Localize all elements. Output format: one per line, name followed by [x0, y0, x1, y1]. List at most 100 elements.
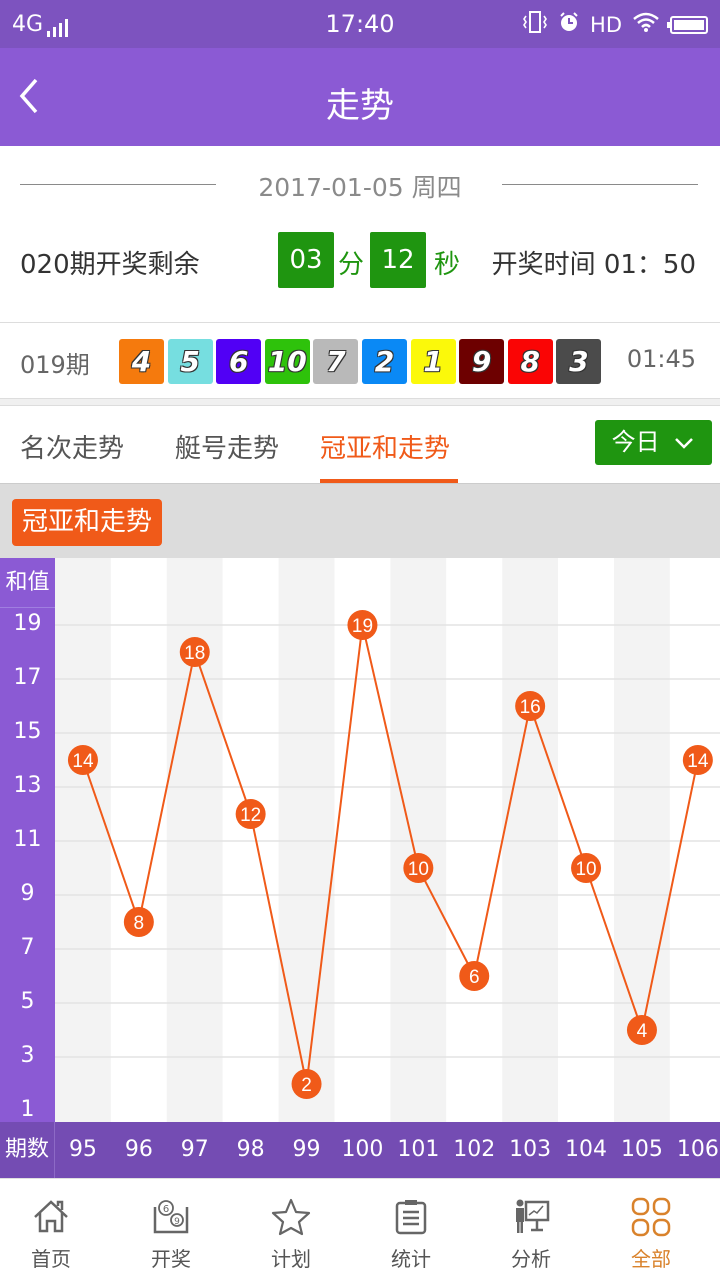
result-ball: 4	[119, 339, 164, 384]
nav-label: 首页	[31, 1247, 71, 1271]
battery-icon	[667, 15, 708, 34]
y-axis-label: 和值	[0, 558, 55, 608]
x-tick-label: 99	[292, 1137, 321, 1162]
x-tick-label: 102	[453, 1137, 496, 1162]
result-ball: 8	[507, 339, 553, 384]
date-line: 2017-01-05 周四	[0, 168, 720, 202]
star-icon	[271, 1198, 311, 1236]
data-label: 8	[134, 913, 145, 934]
data-label: 6	[469, 967, 480, 988]
minutes-unit: 分	[338, 250, 365, 280]
nav-label: 分析	[511, 1247, 551, 1271]
status-bar: 4G 17:40 HD	[0, 0, 720, 48]
x-tick-label: 98	[236, 1137, 265, 1162]
result-ball: 7	[313, 339, 359, 384]
countdown-minutes: 03	[278, 232, 334, 288]
trend-chart: 14 8 18 12 2 19 10 6 16 10 4 14 和值 19 17 15 13 11 9 7 5 3 1 …	[0, 558, 720, 1178]
wifi-icon	[632, 11, 660, 38]
x-tick-label: 104	[565, 1137, 608, 1162]
data-label: 4	[637, 1021, 648, 1042]
y-tick-label: 15	[13, 719, 42, 744]
y-tick-label: 19	[13, 611, 42, 636]
y-tick-label: 13	[13, 773, 42, 798]
x-tick-label: 95	[68, 1137, 97, 1162]
nav-label: 全部	[631, 1247, 671, 1271]
x-tick-label: 101	[397, 1137, 440, 1162]
hd-indicator: HD	[590, 12, 622, 37]
nav-home[interactable]: 首页	[0, 1179, 111, 1281]
next-issue-label: 020期开奖剩余	[20, 250, 200, 280]
nav-all[interactable]: 全部	[591, 1179, 711, 1281]
result-ball: 6	[216, 339, 262, 384]
nav-bar: 走势	[0, 48, 720, 146]
nav-lottery[interactable]: 69 开奖	[111, 1179, 231, 1281]
result-balls: 4 5 6 10 7 2 1 9 8 3	[119, 339, 602, 384]
result-ball: 10	[264, 339, 310, 384]
last-draw-time: 01:45	[626, 345, 696, 373]
chart-plot: 14 8 18 12 2 19 10 6 16 10 4 14	[55, 558, 720, 1122]
page-title: 走势	[326, 86, 394, 126]
divider	[502, 184, 698, 185]
result-ball: 9	[459, 339, 505, 384]
x-tick-label: 100	[341, 1137, 384, 1162]
nav-label: 计划	[271, 1247, 311, 1271]
y-tick-label: 7	[20, 935, 35, 960]
nav-plan[interactable]: 计划	[231, 1179, 351, 1281]
seconds-unit: 秒	[434, 250, 461, 280]
column-stripe	[110, 558, 167, 1122]
result-ball: 2	[361, 339, 407, 384]
x-tick-label: 97	[180, 1137, 209, 1162]
result-ball: 3	[556, 339, 602, 384]
data-label: 10	[575, 859, 596, 880]
clipboard-icon	[395, 1200, 427, 1235]
result-ball: 5	[167, 339, 213, 384]
x-axis-label: 期数	[0, 1122, 55, 1178]
lottery-balls-icon: 69	[153, 1200, 189, 1234]
nav-label: 统计	[391, 1247, 431, 1271]
data-label: 16	[520, 697, 541, 718]
date-filter-label: 今日	[611, 428, 660, 456]
bottom-nav: 首页 69 开奖 计划 统计 分析 全部	[0, 1178, 720, 1280]
result-ball: 1	[410, 339, 456, 384]
y-axis: 和值 19 17 15 13 11 9 7 5 3 1	[0, 558, 55, 1122]
column-stripe	[334, 558, 391, 1122]
y-tick-label: 1	[20, 1097, 35, 1122]
column-stripe	[558, 558, 614, 1122]
data-label: 14	[72, 751, 94, 772]
column-stripe	[502, 558, 559, 1122]
x-tick-label: 105	[620, 1137, 663, 1162]
presentation-chart-icon	[516, 1199, 550, 1233]
column-stripe	[55, 558, 111, 1122]
y-tick-label: 17	[13, 665, 42, 690]
data-label: 12	[240, 805, 261, 826]
nav-stats[interactable]: 统计	[351, 1179, 471, 1281]
y-tick-label: 11	[13, 827, 42, 852]
column-stripe	[446, 558, 503, 1122]
current-date: 2017-01-05 周四	[258, 173, 462, 202]
y-tick-label: 9	[20, 881, 35, 906]
countdown-seconds: 12	[370, 232, 426, 288]
draw-time: 开奖时间 01：50	[491, 250, 696, 280]
tab-sum-trend[interactable]: 冠亚和走势	[320, 428, 450, 465]
trend-tabs: 名次走势 艇号走势 冠亚和走势 今日	[0, 406, 720, 483]
tab-rank-trend[interactable]: 名次走势	[20, 428, 124, 465]
date-filter-dropdown[interactable]: 今日	[595, 420, 712, 465]
tab-boat-trend[interactable]: 艇号走势	[175, 428, 279, 465]
vibrate-icon	[522, 10, 548, 39]
data-label: 10	[408, 859, 429, 880]
chevron-down-icon	[675, 438, 694, 449]
x-axis: 期数 95 96 97 98 99 100 101 102 103 104 105 106	[0, 1122, 720, 1178]
nav-analysis[interactable]: 分析	[471, 1179, 591, 1281]
countdown-row: 020期开奖剩余 03 分 12 秒 开奖时间 01：50	[0, 232, 720, 288]
alarm-icon	[558, 11, 580, 38]
column-stripe	[390, 558, 447, 1122]
last-draw-row: 019期 4 5 6 10 7 2 1 9 8 3 01:45	[0, 323, 720, 398]
data-label: 18	[184, 643, 205, 664]
spacer	[0, 398, 720, 406]
data-label: 14	[687, 751, 709, 772]
y-tick-label: 3	[20, 1043, 35, 1068]
nav-label: 开奖	[151, 1247, 191, 1271]
column-stripe	[669, 558, 720, 1122]
svg-text:9: 9	[174, 1217, 180, 1227]
home-icon	[34, 1200, 68, 1233]
